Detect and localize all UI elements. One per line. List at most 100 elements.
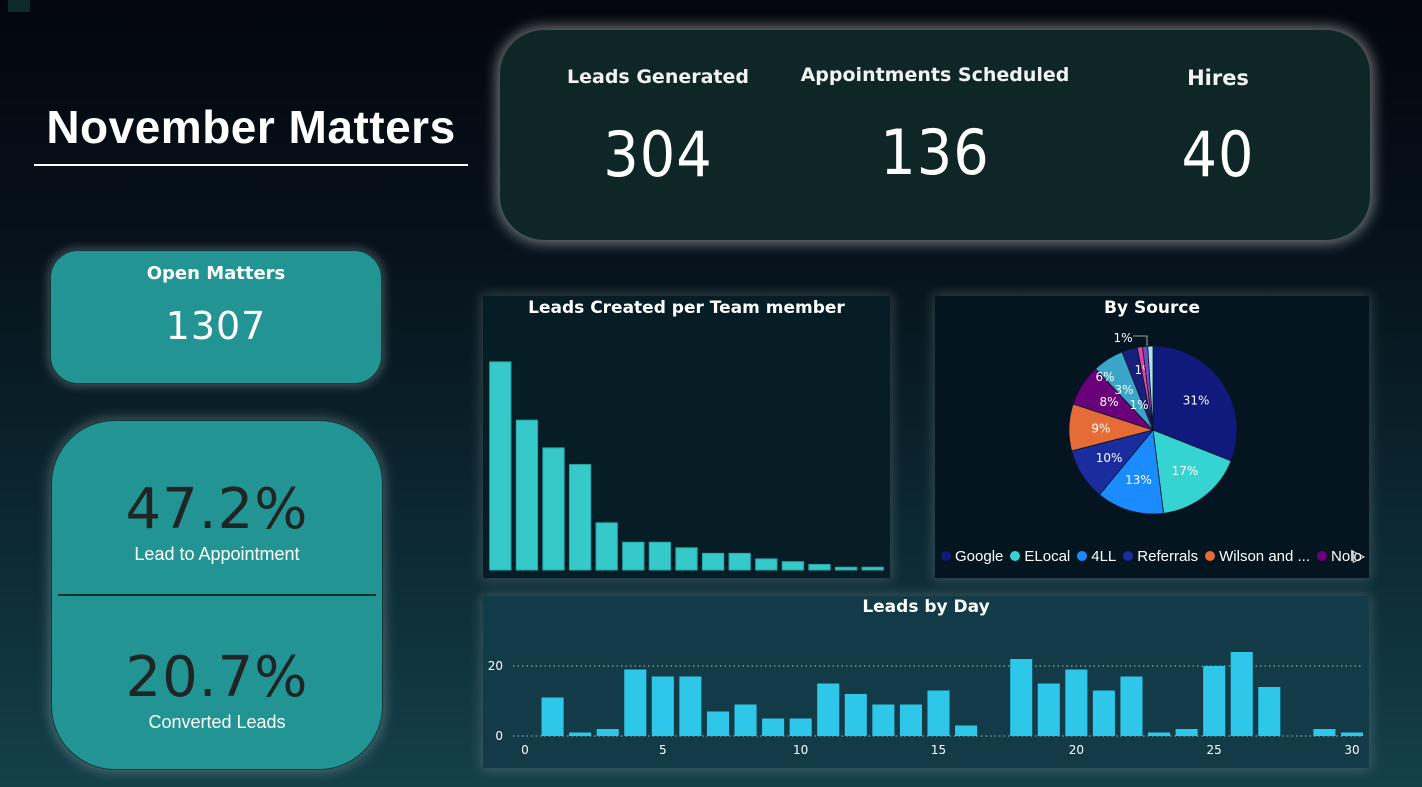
bar-day[interactable] [1092,690,1115,737]
bar-team-member[interactable] [595,522,618,571]
pie-slice-label: 6% [1095,370,1114,384]
bar-team-member[interactable] [701,552,725,571]
bar-day[interactable] [596,729,619,736]
bar-day[interactable] [955,725,978,737]
leads-by-day-bar-chart: 0 20 0 5 10 15 20 25 30 [488,652,1364,757]
bar-day[interactable] [624,669,647,737]
legend-label: Google [955,548,1004,565]
pie-slice-label: 1% [1129,398,1148,412]
kpi-appointments-scheduled: Appointments Scheduled 136 [785,64,1085,189]
bar-day[interactable] [789,718,812,737]
dashboard-title: November Matters [34,100,468,166]
pie-slice-label: 8% [1100,395,1119,409]
chevron-right-icon[interactable]: ▷ [1353,546,1365,565]
team-leads-bar-chart [489,361,884,571]
legend-swatch [1010,551,1021,561]
bar-day[interactable] [1120,676,1143,737]
bar-day[interactable] [541,697,564,737]
bar-team-member[interactable] [568,464,592,571]
kpi-summary-card: Leads Generated 304 Appointments Schedul… [500,30,1370,240]
legend-item[interactable]: Google [941,548,1003,565]
bar-team-member[interactable] [808,563,831,571]
bar-day[interactable] [844,694,867,736]
bar-team-member[interactable] [755,558,778,571]
pie-leader-line [1133,335,1148,346]
legend-label: Referrals [1137,548,1199,565]
kpi-value: 40 [1181,118,1255,191]
bar-team-member[interactable] [834,566,858,571]
bar-day[interactable] [927,690,950,737]
x-tick-label: 15 [931,743,946,757]
bar-day[interactable] [569,732,592,737]
leads-by-day-chart-panel[interactable]: Leads by Day 0 20 0 5 10 15 20 25 30 [483,596,1369,768]
x-tick-label: 5 [659,743,667,757]
pie-slice-label: 17% [1172,464,1199,478]
legend-item[interactable]: ELocal [1010,548,1070,565]
bar-day[interactable] [706,711,729,737]
pie-slice-label: 13% [1125,473,1152,487]
legend-swatch [1317,551,1328,561]
dashboard-title-block: November Matters [34,100,468,166]
lead-to-appointment-label: Lead to Appointment [134,544,300,564]
kpi-hires: Hires 40 [1068,66,1368,191]
x-tick-label: 25 [1207,743,1222,757]
bar-day[interactable] [1203,666,1226,736]
legend-item[interactable]: Referrals [1123,548,1198,565]
pie-slice-label: 10% [1096,451,1123,465]
open-matters-value: 1307 [165,304,267,348]
bar-day[interactable] [679,676,702,737]
legend-label: Wilson and ... [1219,548,1311,565]
legend-swatch [1205,551,1216,561]
bar-day[interactable] [1313,729,1336,736]
x-tick-label: 20 [1069,743,1084,757]
bar-day[interactable] [1258,687,1281,736]
kpi-label: Appointments Scheduled [800,64,1070,86]
y-tick-label: 20 [488,659,503,673]
bar-day[interactable] [1010,659,1033,736]
bar-team-member[interactable] [489,361,512,571]
pie-legend: Google ELocal 4LL Referrals Wilson and ... No… [941,548,1367,568]
pie-slice-label: 3% [1114,383,1133,397]
legend-item[interactable]: 4LL [1077,548,1116,565]
bar-team-member[interactable] [675,547,698,571]
legend-item[interactable]: Wilson and ... [1205,548,1310,565]
bar-team-member[interactable] [648,541,672,571]
conversion-ratios-card: 47.2% Lead to Appointment 20.7% Converte… [51,420,383,770]
bar-day[interactable] [734,704,757,737]
pie-slice-label: 1% [1113,331,1132,345]
legend-label: 4LL [1091,548,1117,565]
source-chart-panel[interactable]: By Source 31% 17% 13% 10% 9% 8% 6% 3% 1% 1% 1% Goo… [935,296,1369,578]
kpi-leads-generated: Leads Generated 304 [508,66,808,191]
bar-day[interactable] [1065,669,1088,737]
bar-team-member[interactable] [515,419,539,571]
kpi-value: 304 [603,118,713,191]
bar-day[interactable] [1230,652,1253,736]
bar-team-member[interactable] [622,541,645,571]
lead-to-appointment-value: 47.2% [125,477,309,542]
bar-day[interactable] [872,704,895,737]
bar-day[interactable] [1340,732,1364,737]
corner-mark [8,0,30,12]
open-matters-label: Open Matters [146,263,286,284]
legend-swatch [1077,551,1088,561]
x-tick-label: 0 [521,743,529,757]
kpi-value: 136 [880,116,990,189]
source-pie-chart: 31%17%13%10%9%8%6%3%1%1%1% [1068,331,1238,515]
bar-day[interactable] [1037,683,1060,737]
bar-team-member[interactable] [861,566,884,571]
legend-swatch [1123,551,1134,561]
kpi-label: Hires [1187,66,1249,90]
bar-day[interactable] [1175,729,1198,736]
x-tick-label: 10 [793,743,808,757]
team-leads-chart-panel[interactable]: Leads Created per Team member [483,296,890,578]
bar-team-member[interactable] [728,552,751,571]
bar-team-member[interactable] [542,447,565,571]
x-tick-label: 30 [1344,743,1359,757]
bar-day[interactable] [817,683,840,737]
bar-day[interactable] [762,718,785,737]
bar-day[interactable] [1148,732,1171,737]
kpi-label: Leads Generated [567,66,749,88]
bar-team-member[interactable] [781,561,805,571]
bar-day[interactable] [899,704,922,737]
bar-day[interactable] [651,676,674,737]
